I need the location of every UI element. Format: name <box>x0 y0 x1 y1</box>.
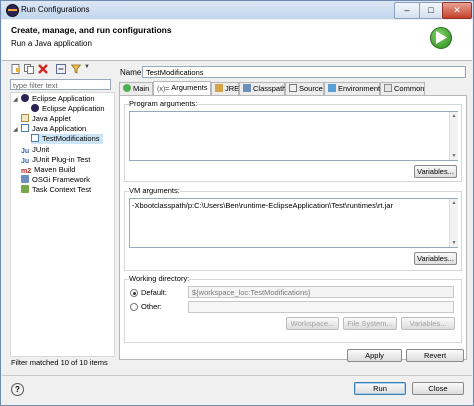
tree-item-task-context-test[interactable]: Task Context Test <box>21 185 91 195</box>
java-class-icon <box>31 134 39 142</box>
eclipse-logo-icon <box>6 4 19 17</box>
default-label: Default: <box>141 288 167 297</box>
tab-source[interactable]: Source <box>285 82 324 95</box>
minimize-button[interactable]: – <box>394 2 420 19</box>
program-variables-button[interactable]: Variables... <box>414 165 457 178</box>
filter-dropdown-icon[interactable]: ▼ <box>84 64 94 74</box>
configuration-tree: ◢ Eclipse Application Eclipse Applicatio… <box>10 92 115 357</box>
scroll-down-icon[interactable]: ▼ <box>451 153 457 159</box>
tab-arguments[interactable]: (x)= Arguments <box>153 81 211 96</box>
maximize-button[interactable]: □ <box>419 2 443 19</box>
title-bar: Run Configurations – □ ✕ <box>1 1 473 19</box>
other-label: Other: <box>141 302 162 311</box>
source-tab-icon <box>289 84 297 92</box>
window-title: Run Configurations <box>21 5 90 14</box>
run-icon <box>430 27 452 49</box>
tree-item-java-application[interactable]: Java Application <box>21 124 86 134</box>
tab-classpath[interactable]: Classpath <box>239 82 286 95</box>
tree-item-junit[interactable]: Ju JUnit <box>21 145 49 155</box>
tree-item-eclipse-application-child[interactable]: Eclipse Application <box>31 104 105 114</box>
environment-tab-icon <box>328 84 336 92</box>
tab-environment[interactable]: Environment <box>324 82 380 95</box>
revert-button[interactable]: Revert <box>406 349 464 362</box>
java-app-icon <box>21 124 29 132</box>
apply-button[interactable]: Apply <box>347 349 402 362</box>
vm-arguments-label: VM arguments: <box>129 186 180 195</box>
tab-main[interactable]: Main <box>119 82 153 95</box>
help-icon[interactable]: ? <box>11 383 24 396</box>
collapse-all-icon[interactable] <box>56 64 66 74</box>
scroll-up-icon[interactable]: ▲ <box>451 113 457 119</box>
default-directory-field: ${workspace_loc:TestModifications} <box>188 286 454 298</box>
eclipse-icon <box>21 94 29 102</box>
other-radio[interactable] <box>130 303 138 311</box>
working-directory-label: Working directory: <box>129 274 190 283</box>
configuration-tabs: Main (x)= Arguments JRE Classpath Source … <box>119 81 467 96</box>
osgi-icon <box>21 175 29 183</box>
arguments-panel: Program arguments: ▲ ▼ Variables... VM a… <box>119 95 467 360</box>
close-window-button[interactable]: ✕ <box>442 2 472 19</box>
tree-item-osgi-framework[interactable]: OSGi Framework <box>21 175 90 185</box>
classpath-tab-icon <box>243 84 251 92</box>
working-dir-variables-button[interactable]: Variables... <box>401 317 455 330</box>
file-system-button[interactable]: File System... <box>343 317 397 330</box>
name-label: Name: <box>120 68 144 77</box>
program-arguments-textarea[interactable] <box>129 111 458 161</box>
tab-jre[interactable]: JRE <box>211 82 239 95</box>
configuration-list-pane: ▼ type filter text ◢ Eclipse Application… <box>8 63 115 371</box>
dialog-title: Create, manage, and run configurations <box>11 25 172 35</box>
vm-arguments-scrollbar[interactable]: ▲ ▼ <box>449 199 458 247</box>
tab-common[interactable]: Common <box>380 82 425 95</box>
scroll-up-icon[interactable]: ▲ <box>451 200 457 206</box>
configuration-toolbar: ▼ <box>8 63 115 77</box>
tree-item-java-applet[interactable]: Java Applet <box>21 114 71 124</box>
new-configuration-icon[interactable] <box>11 64 21 74</box>
collapse-java-application-icon[interactable]: ◢ <box>13 126 18 133</box>
jre-tab-icon <box>215 84 223 92</box>
junit-icon: Ju <box>21 148 30 155</box>
workspace-button[interactable]: Workspace... <box>286 317 339 330</box>
dialog-header: Create, manage, and run configurations R… <box>2 20 472 61</box>
tree-item-junit-plugin-test[interactable]: Ju JUnit Plug-in Test <box>21 155 90 165</box>
delete-configuration-icon[interactable] <box>38 64 48 74</box>
tree-item-maven-build[interactable]: m2 Maven Build <box>21 165 75 175</box>
java-applet-icon <box>21 114 29 122</box>
name-field[interactable]: TestModifications <box>142 66 466 78</box>
junit-plugin-icon: Ju <box>21 158 30 165</box>
configuration-editor: Name: TestModifications Main (x)= Argumen… <box>119 63 467 371</box>
dialog-footer: ? Run Close <box>2 375 472 406</box>
run-configurations-dialog: Run Configurations – □ ✕ Create, manage,… <box>0 0 474 406</box>
common-tab-icon <box>384 84 392 92</box>
filter-status: Filter matched 10 of 10 items <box>11 358 108 367</box>
default-radio[interactable] <box>130 289 138 297</box>
other-directory-field[interactable] <box>188 301 454 313</box>
program-arguments-scrollbar[interactable]: ▲ ▼ <box>449 112 458 160</box>
main-tab-icon <box>123 84 131 92</box>
maven-icon: m2 <box>21 168 32 175</box>
task-icon <box>21 185 29 193</box>
program-arguments-label: Program arguments: <box>129 99 198 108</box>
vm-variables-button[interactable]: Variables... <box>414 252 457 265</box>
tree-item-eclipse-application[interactable]: Eclipse Application <box>21 94 95 104</box>
dialog-subtitle: Run a Java application <box>11 39 92 48</box>
tree-item-testmodifications[interactable]: TestModifications <box>31 134 103 144</box>
vm-arguments-textarea[interactable]: -Xbootclasspath/p:C:\Users\Ben\runtime-E… <box>129 198 458 248</box>
filter-configurations-icon[interactable] <box>71 64 81 74</box>
eclipse-icon <box>31 104 39 112</box>
close-button[interactable]: Close <box>412 382 464 395</box>
scroll-down-icon[interactable]: ▼ <box>451 240 457 246</box>
run-button[interactable]: Run <box>354 382 406 395</box>
filter-input[interactable]: type filter text <box>10 79 111 90</box>
arguments-tab-icon: (x)= <box>157 86 170 93</box>
collapse-eclipse-icon[interactable]: ◢ <box>13 96 18 103</box>
duplicate-configuration-icon[interactable] <box>24 64 34 74</box>
